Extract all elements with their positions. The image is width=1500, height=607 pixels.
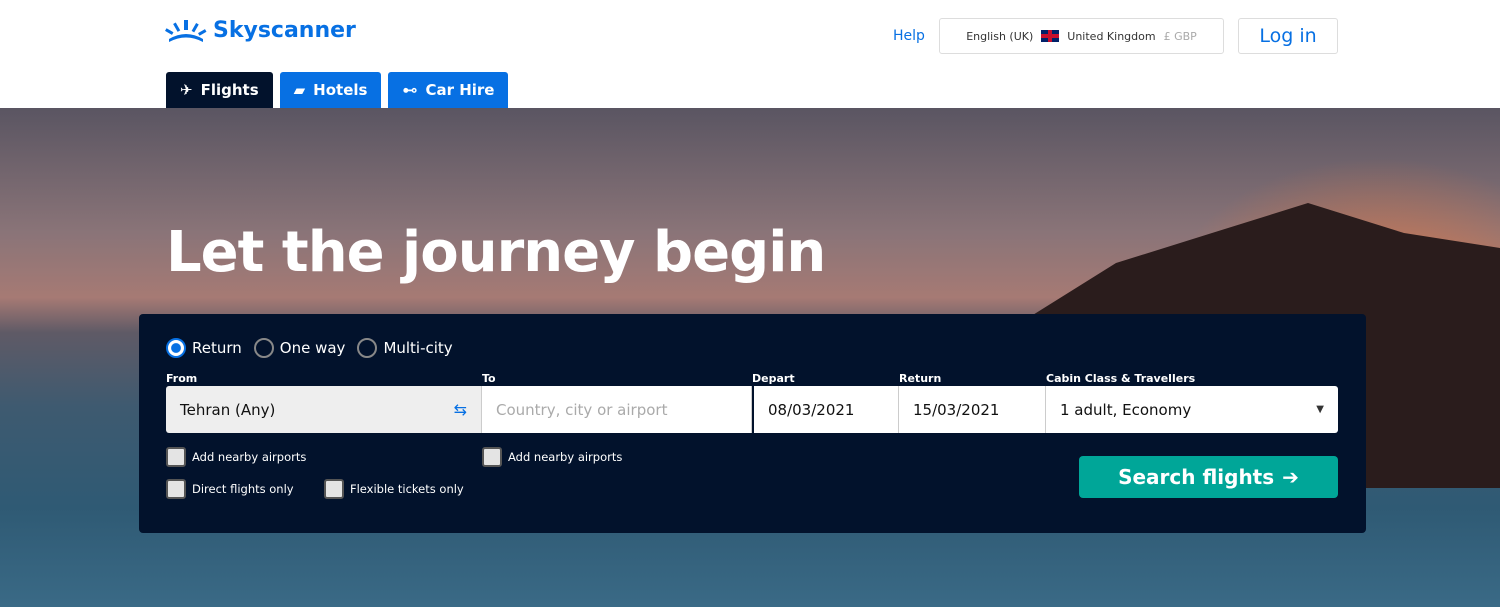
uk-flag-icon: [1041, 30, 1060, 42]
checkbox-icon: [482, 447, 502, 467]
search-button-label: Search flights: [1118, 465, 1275, 489]
language: English (UK): [966, 29, 1034, 43]
sunrise-icon: [165, 19, 207, 42]
locale-selector[interactable]: English (UK) United Kingdom £ GBP: [939, 18, 1224, 54]
tab-label: Hotels: [313, 81, 368, 99]
radio-one-way[interactable]: One way: [253, 338, 346, 358]
flexible-tickets-checkbox[interactable]: Flexible tickets only: [324, 479, 464, 499]
tab-label: Car Hire: [425, 81, 495, 99]
radio-return[interactable]: Return: [166, 338, 242, 358]
checkbox-icon: [166, 479, 186, 499]
search-flights-button[interactable]: Search flights ➔: [1079, 456, 1338, 498]
depart-date-input[interactable]: 08/03/2021: [752, 386, 899, 433]
checkbox-icon: [324, 479, 344, 499]
to-label: To: [482, 372, 496, 385]
depart-label: Depart: [752, 372, 795, 385]
checkbox-label: Add nearby airports: [508, 450, 623, 464]
plane-icon: ✈: [180, 81, 193, 99]
header: Skyscanner Help English (UK) United King…: [0, 0, 1500, 108]
bed-icon: ▰: [293, 81, 306, 99]
radio-label: Multi-city: [383, 339, 453, 357]
radio-label: Return: [192, 339, 242, 357]
trip-type-group: Return One way Multi-city: [166, 338, 453, 358]
to-input[interactable]: Country, city or airport: [482, 386, 752, 433]
return-date-input[interactable]: 15/03/2021: [899, 386, 1046, 433]
cabin-label: Cabin Class & Travellers: [1046, 372, 1196, 385]
swap-icon[interactable]: ⇆: [454, 400, 467, 419]
hero-banner: Let the journey begin Return One way Mul…: [0, 108, 1500, 607]
skyscanner-logo[interactable]: Skyscanner: [165, 18, 356, 43]
arrow-right-icon: ➔: [1282, 465, 1299, 489]
checkbox-icon: [166, 447, 186, 467]
radio-icon: [357, 338, 378, 358]
direct-flights-checkbox[interactable]: Direct flights only: [166, 479, 294, 499]
cabin-value: 1 adult, Economy: [1060, 400, 1192, 419]
currency: £ GBP: [1163, 29, 1197, 43]
cabin-travellers-select[interactable]: 1 adult, Economy ▼: [1046, 386, 1338, 433]
login-button[interactable]: Log in: [1238, 18, 1338, 54]
nearby-from-checkbox[interactable]: Add nearby airports: [166, 447, 306, 467]
radio-icon: [253, 338, 274, 358]
tab-flights[interactable]: ✈ Flights: [166, 72, 273, 108]
checkbox-label: Direct flights only: [192, 482, 294, 496]
from-label: From: [166, 372, 198, 385]
radio-multi-city[interactable]: Multi-city: [357, 338, 453, 358]
country: United Kingdom: [1067, 29, 1156, 43]
radio-label: One way: [279, 339, 346, 357]
brand-name: Skyscanner: [213, 18, 356, 43]
from-input[interactable]: Tehran (Any) ⇆: [166, 386, 482, 433]
help-link[interactable]: Help: [893, 28, 925, 44]
flight-search-panel: Return One way Multi-city From To Depart…: [139, 314, 1366, 533]
checkbox-label: Add nearby airports: [192, 450, 307, 464]
caret-down-icon: ▼: [1316, 404, 1324, 415]
from-value: Tehran (Any): [180, 400, 276, 419]
checkbox-label: Flexible tickets only: [350, 482, 464, 496]
return-label: Return: [899, 372, 942, 385]
car-icon: ⊷: [402, 81, 418, 99]
product-tabs: ✈ Flights ▰ Hotels ⊷ Car Hire: [166, 72, 509, 108]
radio-selected-icon: [166, 338, 186, 358]
hero-headline: Let the journey begin: [166, 220, 826, 285]
tab-hotels[interactable]: ▰ Hotels: [279, 72, 382, 108]
tab-label: Flights: [200, 81, 259, 99]
nearby-to-checkbox[interactable]: Add nearby airports: [482, 447, 622, 467]
tab-car-hire[interactable]: ⊷ Car Hire: [388, 72, 509, 108]
